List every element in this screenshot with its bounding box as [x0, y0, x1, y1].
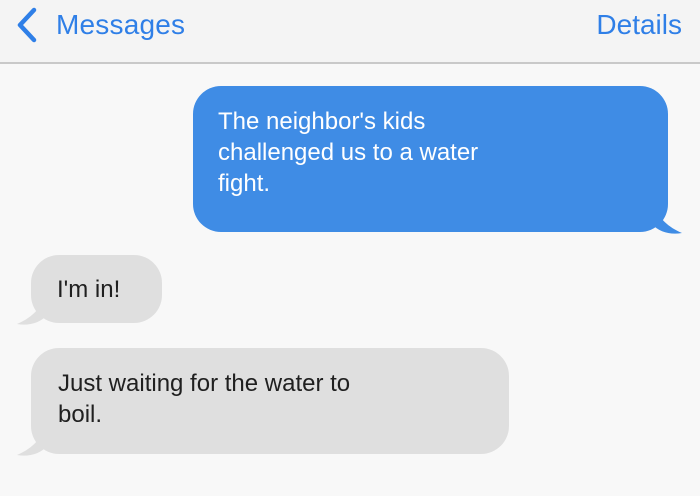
received-message-bubble[interactable]: I'm in! — [17, 255, 162, 325]
back-button-label: Messages — [56, 9, 186, 40]
chevron-left-icon — [17, 7, 37, 43]
back-to-messages-button[interactable]: Messages — [12, 5, 185, 45]
message-text-line: The neighbor's kids — [218, 108, 426, 135]
received-bubble-tail — [17, 427, 47, 456]
message-text-line: challenged us to a water — [218, 139, 479, 166]
message-text-line: fight. — [218, 170, 271, 197]
message-text-line: I'm in! — [57, 276, 121, 303]
messages-screen: Messages Details The neighbor's kids cha… — [0, 0, 700, 496]
message-text-line: Just waiting for the water to — [58, 370, 351, 397]
message-text-line: boil. — [58, 401, 103, 428]
sent-bubble-tail — [652, 205, 682, 234]
sent-message-bubble[interactable]: The neighbor's kids challenged us to a w… — [193, 86, 682, 234]
received-message-bubble[interactable]: Just waiting for the water to boil. — [17, 348, 509, 456]
details-button[interactable]: Details — [596, 5, 682, 45]
message-thread[interactable]: The neighbor's kids challenged us to a w… — [0, 64, 700, 496]
navigation-bar: Messages Details — [0, 0, 700, 64]
received-bubble-tail — [17, 296, 47, 325]
